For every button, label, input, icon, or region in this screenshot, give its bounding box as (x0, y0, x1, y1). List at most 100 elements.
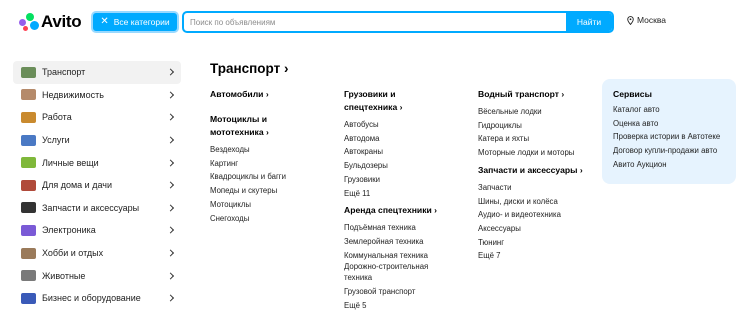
service-link[interactable]: Авито Аукцион (613, 158, 736, 172)
list-item[interactable]: Мопеды и скутеры (210, 184, 286, 198)
column-cars-moto: Автомобили › Мотоциклы и мототехника › Ве… (210, 88, 286, 225)
category-sidebar: Транспорт Недвижимость Работа Услуги Личные … (13, 61, 181, 310)
close-icon: ✕ (100, 16, 109, 27)
briefcase-icon (21, 111, 36, 123)
list-item[interactable]: Грузовики (344, 173, 437, 187)
service-link[interactable]: Проверка истории в Автотеке (613, 130, 736, 144)
guitar-icon (21, 247, 36, 259)
chevron-right-icon: › (284, 61, 289, 76)
list-item[interactable]: Мотоциклы (210, 198, 286, 212)
link-rent-header[interactable]: Аренда спецтехники › (344, 204, 437, 217)
service-link[interactable]: Договор купли-продажи авто (613, 144, 736, 158)
cat-icon (21, 270, 36, 282)
tire-icon (21, 202, 36, 214)
sidebar-item-label: Запчасти и аксессуары (42, 202, 140, 213)
list-item[interactable]: Вёсельные лодки (478, 105, 583, 119)
list-item[interactable]: Подъёмная техника (344, 221, 437, 235)
sidebar-item-label: Недвижимость (42, 89, 104, 100)
sidebar-item[interactable]: Для дома и дачи (13, 174, 181, 197)
list-item[interactable]: Автокраны (344, 145, 437, 159)
chevron-right-icon (166, 136, 175, 144)
sidebar-item[interactable]: Работа (13, 106, 181, 129)
building-icon (21, 89, 36, 101)
list-item[interactable]: Шины, диски и колёса (478, 195, 583, 209)
column-trucks: Грузовики и спецтехника › Автобусы Автодо… (344, 88, 437, 313)
sidebar-item[interactable]: Недвижимость (13, 84, 181, 107)
link-water-header[interactable]: Водный транспорт › (478, 88, 583, 101)
page-title[interactable]: Транспорт › (210, 61, 289, 76)
list-item[interactable]: Катера и яхты (478, 132, 583, 146)
list-item[interactable]: Землеройная техника (344, 235, 437, 249)
location-label: Москва (637, 15, 667, 25)
list-item[interactable]: Ещё 11 (344, 187, 437, 201)
logo-dots-icon (19, 13, 39, 31)
chevron-right-icon (166, 294, 175, 302)
service-link[interactable]: Каталог авто (613, 103, 736, 117)
list-item[interactable]: Квадроциклы и багги (210, 170, 286, 184)
sidebar-item-label: Работа (42, 112, 72, 123)
link-moto-header[interactable]: Мотоциклы и мототехника › (210, 113, 286, 139)
chevron-right-icon (166, 249, 175, 257)
chevron-right-icon (166, 68, 175, 76)
services-panel: Сервисы Каталог авто Оценка авто Проверк… (602, 79, 736, 184)
list-item[interactable]: Вездеходы (210, 143, 286, 157)
list-item[interactable]: Снегоходы (210, 212, 286, 226)
laptop-icon (21, 224, 36, 236)
sidebar-item-label: Для дома и дачи (42, 180, 112, 191)
services-header: Сервисы (613, 89, 652, 99)
logo-text: Avito (41, 12, 82, 31)
sidebar-item[interactable]: Личные вещи (13, 151, 181, 174)
all-categories-button[interactable]: ✕ Все категории (91, 11, 179, 33)
search-bar: Найти (182, 11, 614, 33)
chevron-right-icon (166, 226, 175, 234)
chevron-right-icon (166, 204, 175, 212)
link-parts-header[interactable]: Запчасти и аксессуары › (478, 164, 583, 177)
service-link[interactable]: Оценка авто (613, 117, 736, 131)
link-cars[interactable]: Автомобили › (210, 88, 286, 101)
list-item[interactable]: Аудио- и видеотехника (478, 208, 583, 222)
location-pin-icon (627, 15, 634, 25)
register-icon (21, 292, 36, 304)
sidebar-item-label: Животные (42, 270, 86, 281)
list-item[interactable]: Гидроциклы (478, 119, 583, 133)
list-item[interactable]: Тюнинг (478, 236, 583, 250)
chevron-right-icon (166, 91, 175, 99)
list-item[interactable]: Дорожно-строительная техника (344, 262, 437, 283)
search-input[interactable] (184, 13, 566, 31)
list-item[interactable]: Коммунальная техника (344, 249, 437, 263)
list-item[interactable]: Ещё 5 (344, 299, 437, 313)
list-item[interactable]: Моторные лодки и моторы (478, 146, 583, 160)
list-item[interactable]: Ещё 7 (478, 249, 583, 263)
avito-logo[interactable]: Avito (19, 12, 82, 32)
list-item[interactable]: Грузовой транспорт (344, 285, 437, 299)
sidebar-item-label: Личные вещи (42, 157, 99, 168)
list-item[interactable]: Запчасти (478, 181, 583, 195)
find-button[interactable]: Найти (566, 13, 612, 31)
sidebar-item[interactable]: Запчасти и аксессуары (13, 197, 181, 220)
sidebar-item-label: Хобби и отдых (42, 248, 104, 259)
sidebar-item[interactable]: Электроника (13, 219, 181, 242)
chevron-right-icon (166, 272, 175, 280)
sidebar-item-label: Электроника (42, 225, 96, 236)
list-item[interactable]: Автодома (344, 132, 437, 146)
chevron-right-icon (166, 181, 175, 189)
column-water-parts: Водный транспорт › Вёсельные лодки Гидро… (478, 88, 583, 263)
sidebar-item[interactable]: Услуги (13, 129, 181, 152)
shirt-icon (21, 157, 36, 169)
list-item[interactable]: Бульдозеры (344, 159, 437, 173)
list-item[interactable]: Аксессуары (478, 222, 583, 236)
list-item[interactable]: Автобусы (344, 118, 437, 132)
sidebar-item[interactable]: Животные (13, 264, 181, 287)
tools-icon (21, 134, 36, 146)
sidebar-item[interactable]: Бизнес и оборудование (13, 287, 181, 310)
link-trucks-header[interactable]: Грузовики и спецтехника › (344, 88, 437, 114)
location-selector[interactable]: Москва (627, 15, 666, 25)
sofa-icon (21, 179, 36, 191)
sidebar-item[interactable]: Хобби и отдых (13, 242, 181, 265)
sidebar-item-label: Услуги (42, 135, 70, 146)
car-icon (21, 66, 36, 78)
list-item[interactable]: Картинг (210, 157, 286, 171)
sidebar-item[interactable]: Транспорт (13, 61, 181, 84)
page-title-text: Транспорт (210, 61, 281, 76)
all-categories-label: Все категории (113, 17, 170, 27)
